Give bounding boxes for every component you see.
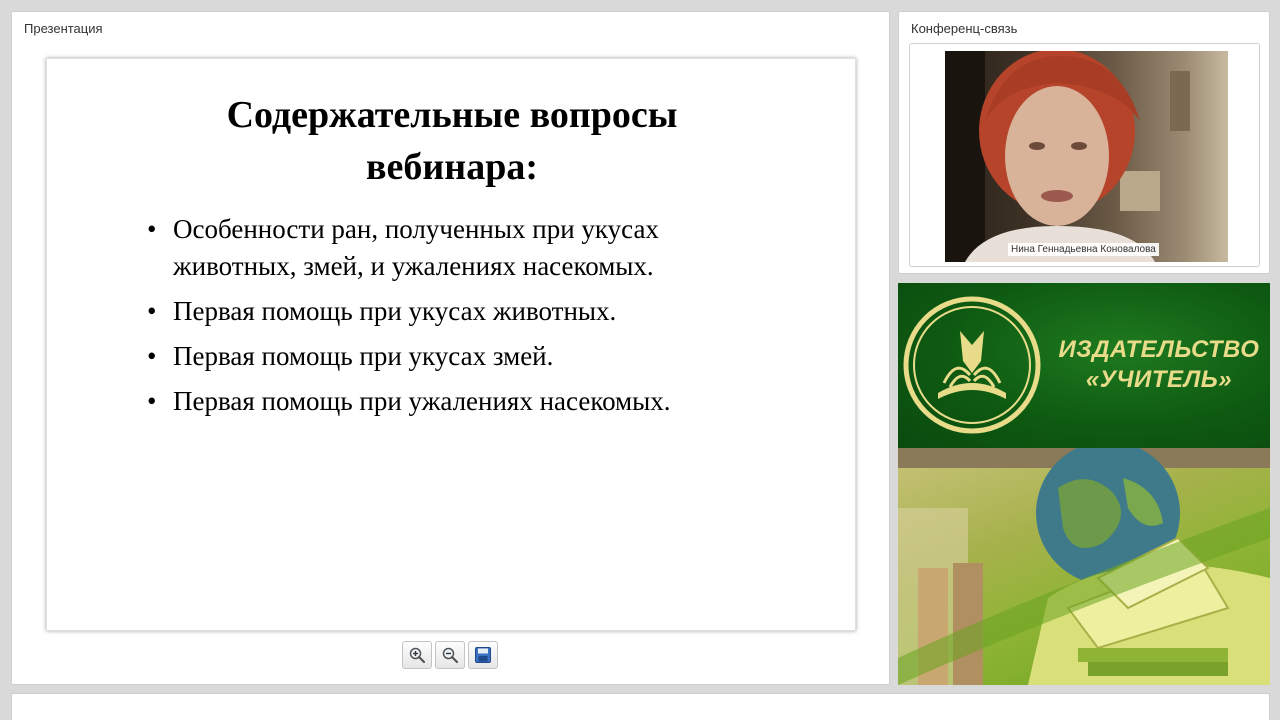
save-button[interactable] <box>468 641 498 669</box>
slide-bullet: Первая помощь при ужалениях насекомых. <box>147 383 747 420</box>
publisher-logo <box>903 296 1041 434</box>
participant-name-label: Нина Геннадьевна Коновалова <box>1008 243 1159 256</box>
presentation-panel: Презентация Содержательные вопросы вебин… <box>11 11 890 685</box>
publisher-banner: ИЗДАТЕЛЬСТВО «УЧИТЕЛЬ» <box>898 283 1270 448</box>
zoom-out-button[interactable] <box>435 641 465 669</box>
participant-figure <box>945 51 1190 262</box>
save-icon <box>475 647 491 663</box>
participant-video[interactable]: Нина Геннадьевна Коновалова <box>945 51 1228 262</box>
slide-title: Содержательные вопросы вебинара: <box>226 94 678 188</box>
presentation-slide: Содержательные вопросы вебинара: Особенн… <box>46 58 856 631</box>
books-globe-illustration <box>898 448 1270 685</box>
zoom-in-icon <box>409 647 426 664</box>
publisher-name-line2: «УЧИТЕЛЬ» <box>1085 366 1233 393</box>
slide-bullet: Особенности ран, полученных при укусах ж… <box>147 211 747 285</box>
presentation-panel-title: Презентация <box>24 21 103 36</box>
slide-bullet: Первая помощь при укусах животных. <box>147 293 747 330</box>
slide-bullet: Первая помощь при укусах змей. <box>147 338 747 375</box>
publisher-name-line1: ИЗДАТЕЛЬСТВО <box>1058 336 1260 363</box>
slide-bullet-list: Особенности ран, полученных при укусах ж… <box>147 211 747 428</box>
conference-panel-title: Конференц-связь <box>911 21 1018 36</box>
publisher-name: ИЗДАТЕЛЬСТВО «УЧИТЕЛЬ» <box>1048 335 1270 395</box>
zoom-out-icon <box>442 647 459 664</box>
video-frame: Нина Геннадьевна Коновалова <box>909 43 1260 267</box>
slide-toolbar <box>402 641 498 671</box>
conference-panel: Конференц-связь Нина Геннадьевна Коновал… <box>898 11 1270 274</box>
zoom-in-button[interactable] <box>402 641 432 669</box>
bottom-panel <box>11 693 1270 720</box>
books-globe-image <box>898 448 1270 685</box>
